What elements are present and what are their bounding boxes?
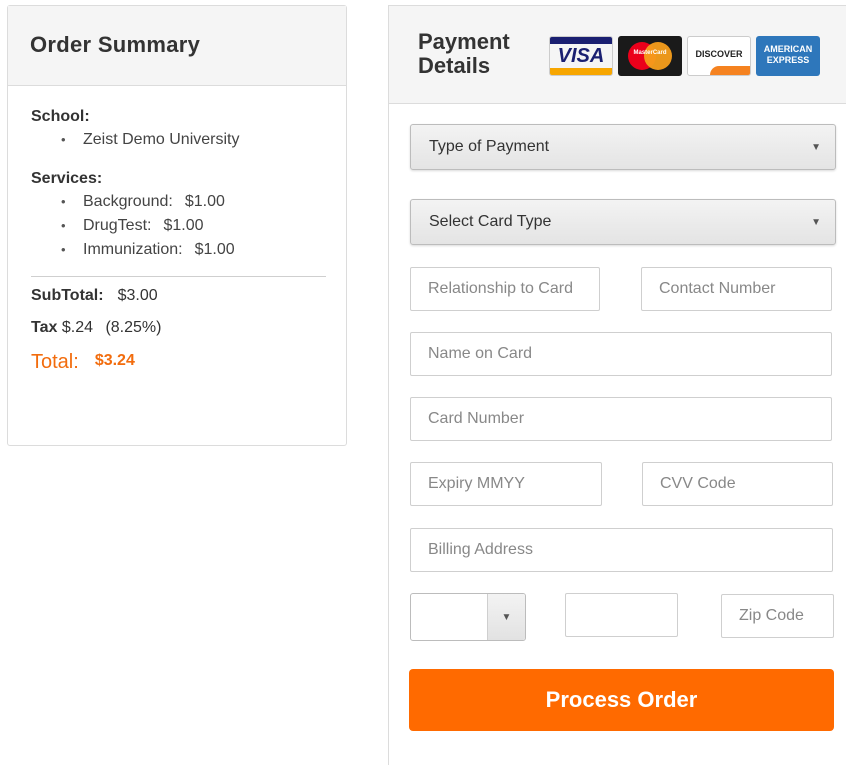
tax-rate: (8.25%) xyxy=(105,319,162,336)
service-item-drugtest: DrugTest: $1.00 xyxy=(61,214,346,238)
billing-placeholder: Billing Address xyxy=(428,541,533,558)
cvv-placeholder: CVV Code xyxy=(660,475,736,492)
school-list: Zeist Demo University xyxy=(61,128,346,152)
expiry-field[interactable]: Expiry MMYY xyxy=(410,462,602,506)
payment-panel: Payment Details VISA MasterCard DISCOVER… xyxy=(388,5,846,765)
state-select[interactable]: ▼ xyxy=(410,593,526,641)
order-summary-panel: Order Summary School: Zeist Demo Univers… xyxy=(7,5,347,446)
payment-title: Payment Details xyxy=(418,30,538,78)
order-summary-title: Order Summary xyxy=(30,32,201,57)
chevron-down-icon: ▼ xyxy=(811,142,821,153)
discover-logo: DISCOVER xyxy=(687,36,751,76)
tax-label: Tax xyxy=(31,319,58,336)
total-value: $3.24 xyxy=(94,352,135,369)
order-summary-header: Order Summary xyxy=(8,6,346,86)
payment-type-value: Type of Payment xyxy=(429,138,550,155)
relationship-field[interactable]: Relationship to Card xyxy=(410,267,600,311)
name-on-card-field[interactable]: Name on Card xyxy=(410,332,832,376)
zip-code-field[interactable]: Zip Code xyxy=(721,594,834,638)
service-amount: $1.00 xyxy=(194,241,235,258)
payment-header: Payment Details VISA MasterCard DISCOVER… xyxy=(389,6,846,104)
total-label: Total: xyxy=(31,351,79,373)
subtotal-row: SubTotal: $3.00 xyxy=(31,287,346,305)
contact-placeholder: Contact Number xyxy=(659,280,776,297)
total-row: Total: $3.24 xyxy=(31,351,346,374)
name-placeholder: Name on Card xyxy=(428,345,533,362)
expiry-placeholder: Expiry MMYY xyxy=(428,475,525,492)
card-type-select[interactable]: Select Card Type ▼ xyxy=(410,199,836,245)
card-type-value: Select Card Type xyxy=(429,213,552,230)
card-number-field[interactable]: Card Number xyxy=(410,397,832,441)
service-amount: $1.00 xyxy=(184,193,225,210)
school-label: School: xyxy=(31,108,90,125)
payment-title-line2: Details xyxy=(418,53,491,78)
service-name: Immunization: xyxy=(83,241,183,258)
city-field[interactable] xyxy=(565,593,678,637)
service-item-immunization: Immunization: $1.00 xyxy=(61,238,346,262)
chevron-down-icon[interactable]: ▼ xyxy=(487,594,525,640)
subtotal-value: $3.00 xyxy=(117,287,158,304)
service-amount: $1.00 xyxy=(163,217,204,234)
zip-placeholder: Zip Code xyxy=(739,607,804,624)
service-name: Background: xyxy=(83,193,173,210)
service-name: DrugTest: xyxy=(83,217,152,234)
process-order-button[interactable]: Process Order xyxy=(409,669,834,731)
mastercard-logo: MasterCard xyxy=(618,36,682,76)
chevron-down-icon: ▼ xyxy=(811,217,821,228)
contact-number-field[interactable]: Contact Number xyxy=(641,267,832,311)
payment-title-line1: Payment xyxy=(418,29,510,54)
billing-address-field[interactable]: Billing Address xyxy=(410,528,833,572)
relationship-placeholder: Relationship to Card xyxy=(428,280,573,297)
order-summary-body: School: Zeist Demo University Services: … xyxy=(8,86,346,374)
summary-divider xyxy=(31,276,326,277)
tax-value: $.24 xyxy=(61,319,93,336)
card-number-placeholder: Card Number xyxy=(428,410,525,427)
cvv-field[interactable]: CVV Code xyxy=(642,462,833,506)
services-list: Background: $1.00 DrugTest: $1.00 Immuniza… xyxy=(61,190,346,262)
visa-logo: VISA xyxy=(549,36,613,76)
card-logos: VISA MasterCard DISCOVER AMERICAN EXPRES… xyxy=(549,36,820,76)
school-item: Zeist Demo University xyxy=(61,128,346,152)
service-item-background: Background: $1.00 xyxy=(61,190,346,214)
tax-row: Tax $.24 (8.25%) xyxy=(31,319,346,337)
services-label: Services: xyxy=(31,170,103,187)
payment-type-select[interactable]: Type of Payment ▼ xyxy=(410,124,836,170)
subtotal-label: SubTotal: xyxy=(31,287,104,304)
amex-logo: AMERICAN EXPRESS xyxy=(756,36,820,76)
